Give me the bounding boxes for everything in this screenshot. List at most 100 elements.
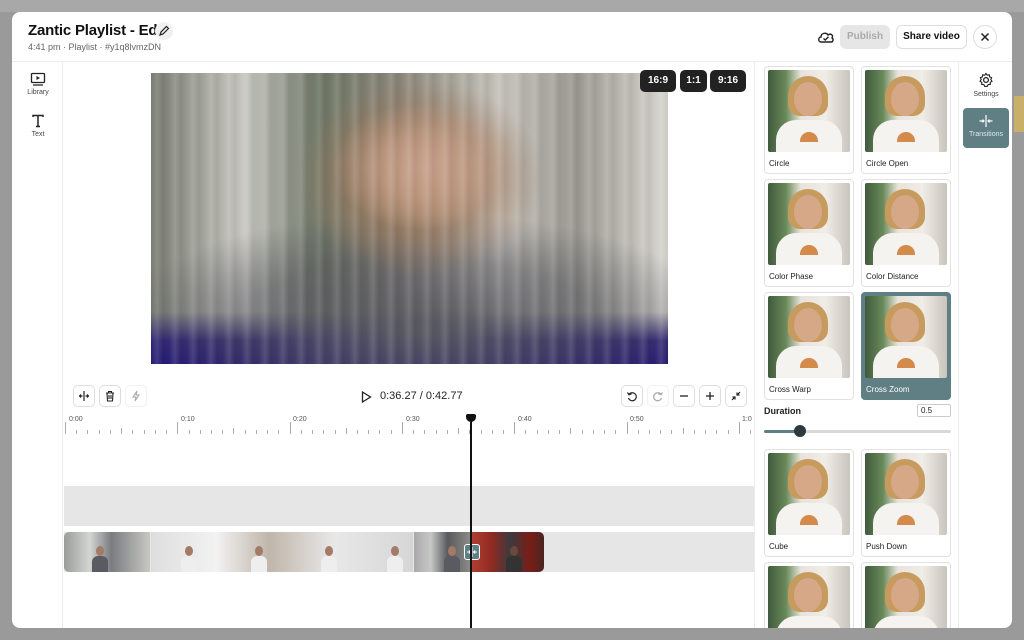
sidebar-item-label: Settings xyxy=(973,91,999,98)
sidebar-item-transitions[interactable]: Transitions xyxy=(963,108,1009,148)
library-icon xyxy=(30,72,46,86)
duration-input[interactable]: 0.5 xyxy=(917,404,951,417)
ruler-label: 1:0 xyxy=(742,416,752,423)
clip-thumbnail-person xyxy=(92,546,108,572)
sidebar-item-settings[interactable]: Settings xyxy=(963,66,1009,106)
playhead[interactable] xyxy=(470,416,472,628)
ruler-tick xyxy=(559,430,561,434)
transition-card[interactable]: Color Distance xyxy=(861,179,951,287)
ruler-tick xyxy=(413,430,415,434)
transition-thumbnail xyxy=(865,296,947,378)
collapse-button[interactable] xyxy=(725,385,747,407)
timeline-ruler[interactable]: 0:00 0:10 0:20 0:30 0:40 0:50 1:0 xyxy=(64,412,754,434)
transition-card[interactable] xyxy=(861,562,951,628)
editor-header: Zantic Playlist - Edit 4:41 pm · Playlis… xyxy=(12,12,1012,62)
close-button[interactable] xyxy=(973,25,997,49)
ruler-tick xyxy=(166,430,168,434)
ruler-tick xyxy=(446,430,448,434)
ruler-tick xyxy=(390,430,392,434)
publish-button[interactable]: Publish xyxy=(840,25,890,49)
ruler-tick xyxy=(727,430,729,434)
transition-label: Circle xyxy=(769,159,790,168)
ruler-tick xyxy=(222,430,224,434)
ruler-tick xyxy=(536,430,538,434)
transition-card[interactable]: Circle xyxy=(764,66,854,174)
ruler-tick xyxy=(109,430,111,434)
transition-card[interactable]: Cross Warp xyxy=(764,292,854,400)
transition-card[interactable]: Color Phase xyxy=(764,179,854,287)
clip-thumbnail-person xyxy=(321,546,337,572)
video-clip[interactable] xyxy=(470,532,544,572)
transition-thumbnail xyxy=(768,183,850,265)
ruler-tick xyxy=(300,430,302,434)
video-clip[interactable] xyxy=(64,532,150,572)
edit-title-button[interactable] xyxy=(155,22,173,40)
video-track[interactable] xyxy=(64,532,754,572)
close-icon xyxy=(980,32,990,42)
ruler-tick xyxy=(637,430,639,434)
play-button[interactable] xyxy=(359,390,373,404)
transition-label: Cube xyxy=(769,542,789,551)
text-icon xyxy=(32,114,44,128)
split-button[interactable] xyxy=(73,385,95,407)
transition-thumbnail xyxy=(768,566,850,628)
ruler-tick xyxy=(525,430,527,434)
clip-thumbnail-person xyxy=(444,546,460,572)
video-clip[interactable] xyxy=(151,532,413,572)
aspect-9-16-button[interactable]: 9:16 xyxy=(710,70,746,92)
ruler-tick xyxy=(491,430,493,434)
split-icon xyxy=(78,391,90,401)
ruler-tick xyxy=(660,430,662,434)
duration-slider-handle[interactable] xyxy=(793,425,806,437)
share-video-button[interactable]: Share video xyxy=(896,25,967,49)
ruler-label: 0:00 xyxy=(69,416,83,423)
ruler-tick xyxy=(132,430,134,434)
duration-slider[interactable] xyxy=(764,430,951,433)
trash-icon xyxy=(106,390,114,402)
sidebar-item-label: Transitions xyxy=(969,131,1003,138)
transition-card[interactable]: Cross Zoom xyxy=(861,292,951,400)
video-motion-blur xyxy=(151,73,668,364)
ruler-tick xyxy=(312,430,314,434)
undo-button[interactable] xyxy=(621,385,643,407)
aspect-1-1-button[interactable]: 1:1 xyxy=(680,70,707,92)
ruler-label: 0:30 xyxy=(406,416,420,423)
transition-card[interactable]: Push Down xyxy=(861,449,951,557)
delete-button[interactable] xyxy=(99,385,121,407)
empty-track[interactable] xyxy=(64,486,754,526)
ruler-tick xyxy=(199,430,201,434)
clip-thumbnail-person xyxy=(251,546,267,572)
editor-modal: Zantic Playlist - Edit 4:41 pm · Playlis… xyxy=(12,12,1012,628)
zoom-out-button[interactable] xyxy=(673,385,695,407)
transition-card[interactable]: Circle Open xyxy=(861,66,951,174)
transition-marker[interactable] xyxy=(464,544,480,560)
playback-time: 0:36.27 / 0:42.77 xyxy=(380,390,463,402)
video-clip[interactable] xyxy=(414,532,470,572)
ruler-tick xyxy=(581,430,583,434)
ruler-tick xyxy=(401,422,403,434)
ruler-tick xyxy=(570,428,572,434)
sidebar-item-text[interactable]: Text xyxy=(16,110,60,148)
page-title: Zantic Playlist - Edit xyxy=(28,22,167,39)
transition-card[interactable]: Cube xyxy=(764,449,854,557)
auto-enhance-button[interactable] xyxy=(125,385,147,407)
redo-button[interactable] xyxy=(647,385,669,407)
saved-status[interactable] xyxy=(816,27,836,47)
ruler-tick xyxy=(716,430,718,434)
ruler-tick xyxy=(615,430,617,434)
ruler-tick xyxy=(648,430,650,434)
sidebar-item-library[interactable]: Library xyxy=(16,68,60,106)
zoom-in-button[interactable] xyxy=(699,385,721,407)
transition-thumbnail xyxy=(865,183,947,265)
background-top xyxy=(0,0,1024,12)
redo-icon xyxy=(653,392,664,402)
aspect-16-9-button[interactable]: 16:9 xyxy=(640,70,676,92)
ruler-tick xyxy=(738,422,740,434)
ruler-tick xyxy=(435,430,437,434)
clip-thumbnail-person xyxy=(181,546,197,572)
transition-label: Push Down xyxy=(866,542,907,551)
video-preview[interactable] xyxy=(151,73,668,364)
transition-label: Circle Open xyxy=(866,159,909,168)
transitions-icon xyxy=(979,115,993,127)
transition-card[interactable] xyxy=(764,562,854,628)
